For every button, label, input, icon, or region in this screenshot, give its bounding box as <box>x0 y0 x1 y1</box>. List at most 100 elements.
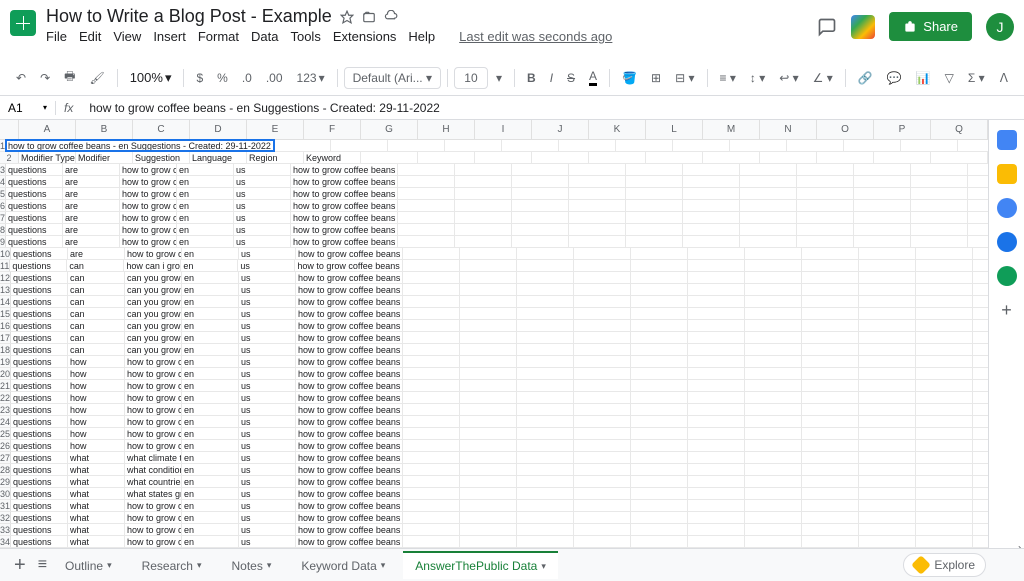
cell[interactable] <box>797 200 854 211</box>
cell[interactable] <box>745 524 802 535</box>
cell[interactable] <box>631 524 688 535</box>
cell[interactable]: questions <box>11 536 68 547</box>
cell[interactable] <box>517 308 574 319</box>
row-header[interactable]: 32 <box>0 512 11 523</box>
cell[interactable] <box>683 236 740 247</box>
cell[interactable]: how to grow coffee beans <box>296 428 403 439</box>
cell[interactable] <box>973 524 988 535</box>
cell[interactable] <box>973 308 988 319</box>
cell[interactable]: questions <box>11 512 68 523</box>
col-header-K[interactable]: K <box>589 120 646 139</box>
profile-avatar[interactable]: J <box>986 13 1014 41</box>
row-header[interactable]: 15 <box>0 308 11 319</box>
cell[interactable] <box>973 512 988 523</box>
cell[interactable] <box>631 356 688 367</box>
cell[interactable]: en <box>181 260 238 271</box>
cell[interactable]: en <box>182 488 239 499</box>
cell[interactable] <box>517 452 574 463</box>
cell[interactable] <box>574 512 631 523</box>
cell[interactable] <box>688 524 745 535</box>
menu-data[interactable]: Data <box>251 29 278 44</box>
cell[interactable] <box>911 224 968 235</box>
cell[interactable] <box>631 260 688 271</box>
cell[interactable] <box>740 236 797 247</box>
cell[interactable] <box>968 188 988 199</box>
cell[interactable] <box>688 476 745 487</box>
cell[interactable] <box>802 284 859 295</box>
cell[interactable] <box>574 344 631 355</box>
cell[interactable] <box>859 248 916 259</box>
cell[interactable] <box>740 212 797 223</box>
row-header[interactable]: 13 <box>0 284 11 295</box>
undo-button[interactable]: ↶ <box>10 67 32 89</box>
cell[interactable]: us <box>234 224 291 235</box>
cell[interactable] <box>517 380 574 391</box>
cell[interactable] <box>403 404 460 415</box>
cell[interactable] <box>517 344 574 355</box>
cell[interactable]: en <box>182 356 239 367</box>
cell[interactable] <box>460 356 517 367</box>
cell[interactable]: questions <box>11 404 68 415</box>
cell[interactable]: how to grow coff <box>120 164 177 175</box>
col-header-M[interactable]: M <box>703 120 760 139</box>
cell[interactable] <box>688 356 745 367</box>
cell[interactable] <box>517 248 574 259</box>
cell[interactable] <box>460 440 517 451</box>
cell[interactable]: Language <box>190 152 247 163</box>
menu-tools[interactable]: Tools <box>290 29 320 44</box>
cell[interactable]: us <box>234 188 291 199</box>
cell[interactable] <box>574 260 631 271</box>
cell[interactable] <box>859 464 916 475</box>
menu-insert[interactable]: Insert <box>153 29 186 44</box>
move-icon[interactable] <box>362 10 376 24</box>
cell[interactable] <box>517 404 574 415</box>
cell[interactable] <box>745 536 802 547</box>
cell[interactable]: how to grow coffee beans <box>296 392 403 403</box>
cell[interactable] <box>859 344 916 355</box>
cell[interactable] <box>745 464 802 475</box>
cell[interactable] <box>517 524 574 535</box>
cell[interactable]: questions <box>11 488 68 499</box>
cell[interactable] <box>631 476 688 487</box>
cell[interactable] <box>460 332 517 343</box>
cell[interactable]: questions <box>11 476 68 487</box>
cell[interactable] <box>398 164 455 175</box>
cell[interactable]: us <box>238 260 295 271</box>
cell[interactable] <box>460 524 517 535</box>
cell[interactable] <box>398 176 455 187</box>
cell[interactable] <box>745 320 802 331</box>
cell[interactable] <box>854 224 911 235</box>
cell[interactable] <box>631 500 688 511</box>
cell[interactable] <box>631 536 688 547</box>
cell[interactable]: us <box>239 452 296 463</box>
cell[interactable] <box>403 272 460 283</box>
cell[interactable] <box>859 332 916 343</box>
row-header[interactable]: 33 <box>0 524 11 535</box>
cell[interactable] <box>460 296 517 307</box>
cell[interactable]: Region <box>247 152 304 163</box>
cell[interactable] <box>683 188 740 199</box>
text-color-button[interactable]: A <box>583 65 603 90</box>
cell[interactable] <box>688 452 745 463</box>
row-header[interactable]: 31 <box>0 500 11 511</box>
cell[interactable] <box>574 500 631 511</box>
print-button[interactable]: 🖶 <box>58 63 81 92</box>
cell[interactable] <box>574 356 631 367</box>
cell[interactable]: us <box>239 404 296 415</box>
collapse-toolbar-button[interactable]: ᐱ <box>994 67 1014 89</box>
cell[interactable] <box>455 212 512 223</box>
cell[interactable] <box>916 500 973 511</box>
cell[interactable]: how to grow coff <box>125 248 182 259</box>
row-header[interactable]: 14 <box>0 296 11 307</box>
cell[interactable]: how to grow coffee beans <box>296 416 403 427</box>
cell[interactable]: how to grow coff <box>125 440 182 451</box>
cell[interactable]: en <box>177 176 234 187</box>
cell[interactable] <box>398 224 455 235</box>
row-header[interactable]: 27 <box>0 452 11 463</box>
merge-button[interactable]: ⊟ ▾ <box>669 67 700 89</box>
cell[interactable] <box>460 488 517 499</box>
cell[interactable] <box>626 224 683 235</box>
cell[interactable]: questions <box>6 212 63 223</box>
cell[interactable] <box>683 200 740 211</box>
cell[interactable]: what <box>68 536 125 547</box>
